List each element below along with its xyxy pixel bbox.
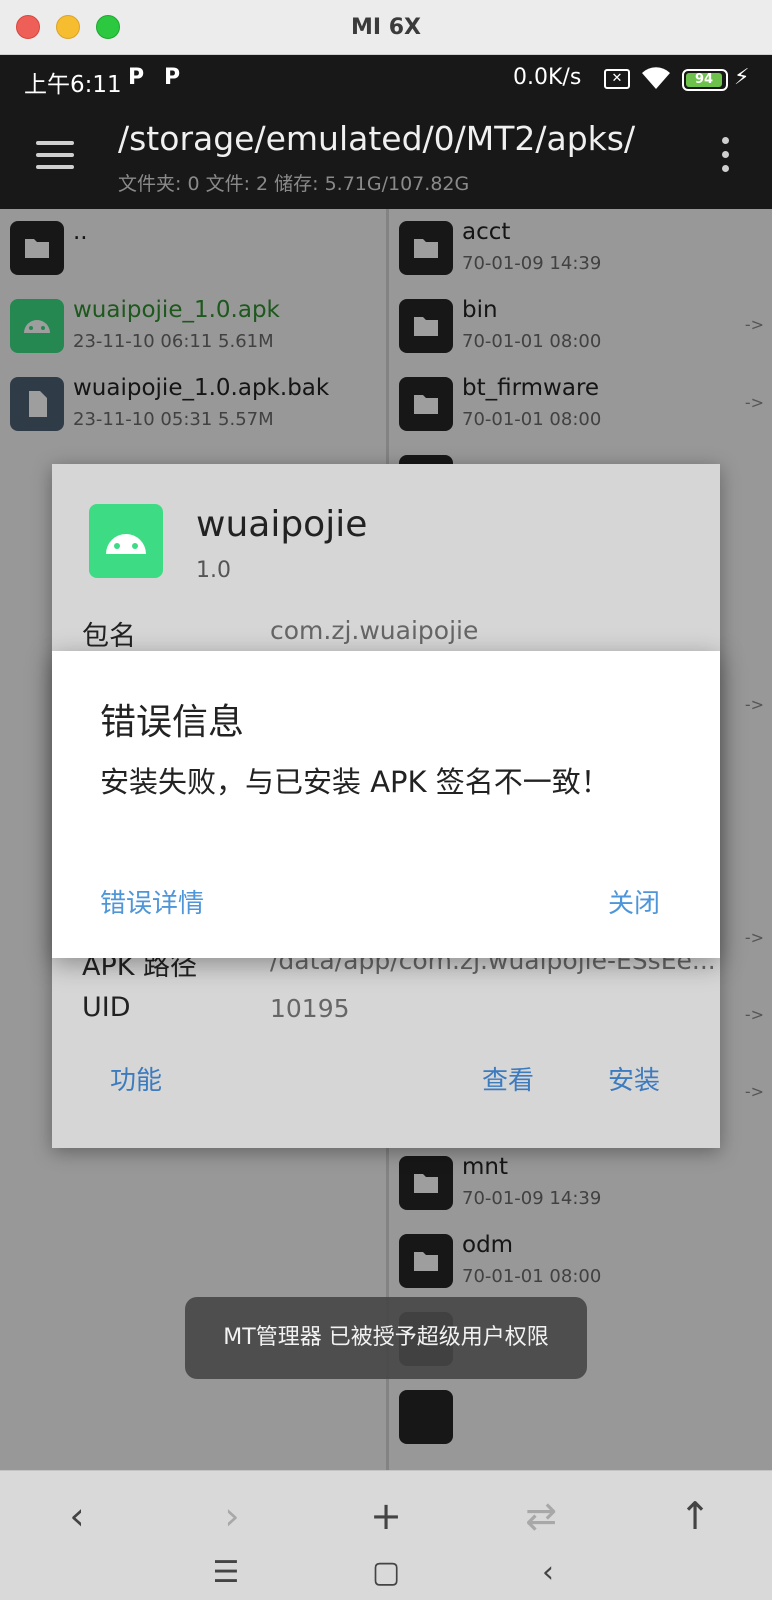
package-value: com.zj.wuaipojie (270, 616, 479, 645)
close-button[interactable]: 关闭 (608, 883, 660, 920)
wifi-icon (642, 67, 670, 89)
recents-icon[interactable]: ☰ (196, 1548, 256, 1598)
error-details-button[interactable]: 错误详情 (100, 883, 204, 920)
package-label: 包名 (82, 621, 136, 652)
uid-label: UID (82, 992, 131, 1023)
error-dialog: 错误信息 安装失败，与已安装 APK 签名不一致！ 错误详情 关闭 (52, 651, 720, 958)
current-path: /storage/emulated/0/MT2/apks/ (118, 119, 636, 158)
phone-screen: 上午6:11 P P 0.0K/s ✕ 94 ⚡ /storage/emulat… (0, 55, 772, 1600)
nav-back-icon[interactable]: ‹ (518, 1548, 578, 1598)
app-version: 1.0 (196, 558, 231, 583)
notification-p-icon: P (128, 65, 145, 90)
notification-p-icon-2: P (164, 65, 181, 90)
parent-directory-icon[interactable]: ↑ (660, 1471, 730, 1561)
status-time: 上午6:11 (24, 72, 122, 98)
network-speed: 0.0K/s (513, 65, 582, 90)
app-bar: /storage/emulated/0/MT2/apks/ 文件夹: 0 文件:… (0, 105, 772, 209)
charging-icon: ⚡ (734, 65, 750, 90)
battery-level: 94 (686, 73, 722, 87)
uid-value: 10195 (270, 994, 350, 1023)
navigation-bar: ☰ ▢ ‹ (0, 1555, 772, 1600)
more-options-icon[interactable] (720, 137, 730, 173)
window-titlebar: MI 6X (0, 0, 772, 55)
back-icon[interactable]: ‹ (42, 1471, 112, 1561)
function-button[interactable]: 功能 (110, 1060, 162, 1097)
android-app-icon (89, 504, 163, 578)
storage-summary: 文件夹: 0 文件: 2 储存: 5.71G/107.82G (118, 173, 470, 195)
battery-icon: 94 (682, 69, 728, 91)
window-title: MI 6X (350, 15, 421, 40)
menu-icon[interactable] (36, 141, 74, 169)
error-title: 错误信息 (100, 702, 245, 743)
home-icon[interactable]: ▢ (356, 1548, 416, 1598)
bottom-toolbar: ‹ › + ⇄ ↑ (0, 1470, 772, 1560)
toast-message: MT管理器 已被授予超级用户权限 (185, 1297, 587, 1379)
no-sim-icon: ✕ (604, 69, 630, 89)
status-bar: 上午6:11 P P 0.0K/s ✕ 94 ⚡ (0, 55, 772, 105)
view-button[interactable]: 查看 (482, 1060, 534, 1097)
app-name: wuaipojie (196, 504, 368, 545)
install-button[interactable]: 安装 (608, 1060, 660, 1097)
error-message: 安装失败，与已安装 APK 签名不一致！ (100, 765, 610, 799)
